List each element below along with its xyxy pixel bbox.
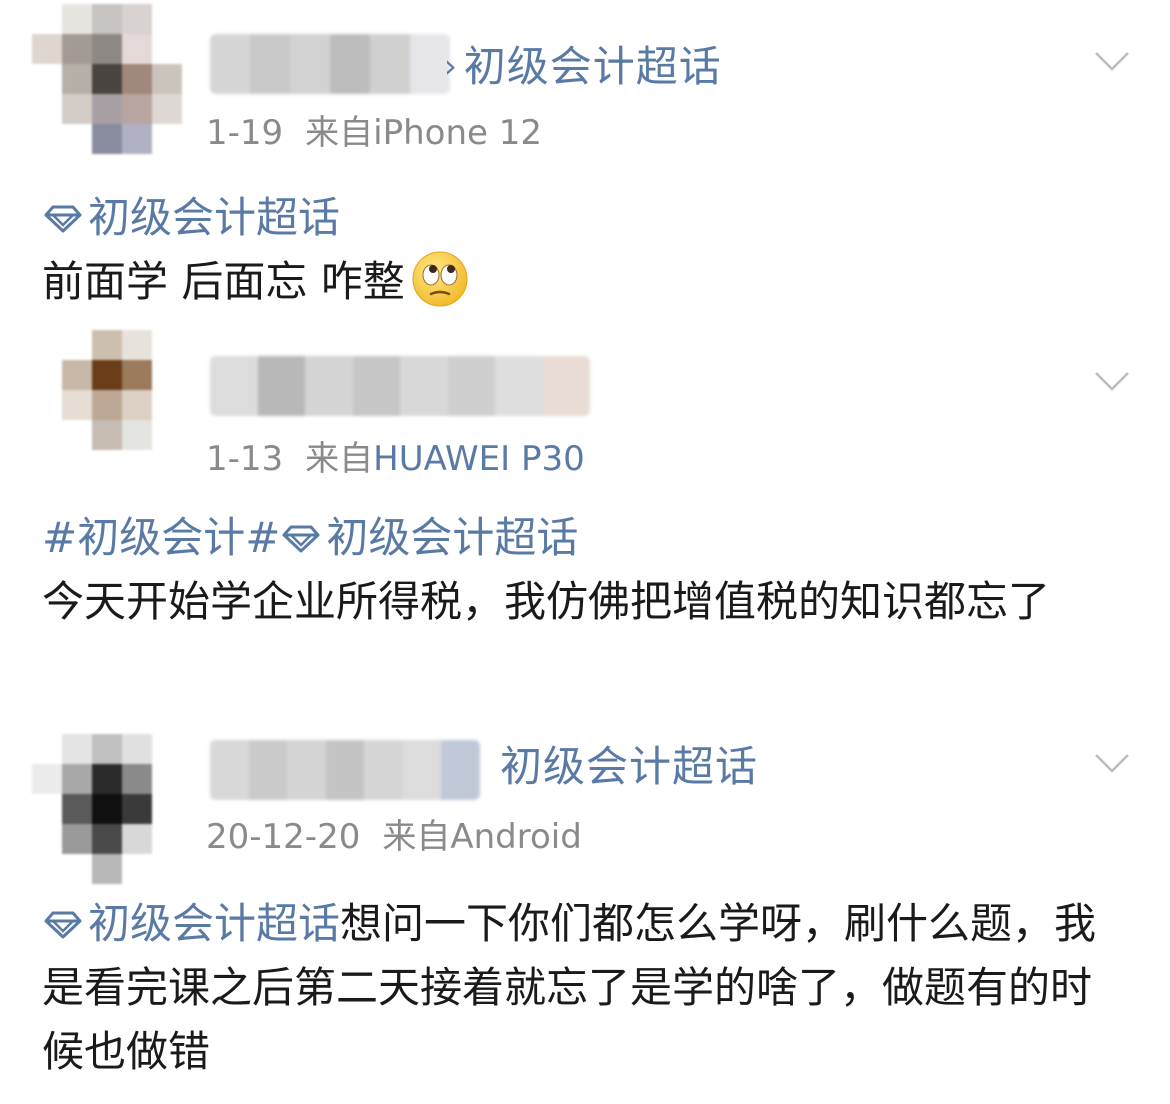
source-device: Android <box>450 817 582 857</box>
chevron-down-icon[interactable] <box>1094 42 1130 78</box>
super-topic-link[interactable]: › 初级会计超话 <box>444 46 722 88</box>
diamond-icon <box>282 525 320 553</box>
diamond-icon <box>44 205 82 233</box>
post-meta: 1-19 来自iPhone 12 <box>206 116 542 150</box>
topic-label: 初级会计超话 <box>326 513 579 562</box>
nickname-blurred[interactable] <box>210 356 590 416</box>
avatar[interactable] <box>32 330 182 480</box>
post-meta: 20-12-20 来自Android <box>206 820 582 854</box>
post-date: 1-13 <box>206 439 284 479</box>
super-topic-label: 初级会计超话 <box>500 742 759 791</box>
topic-link[interactable]: 初级会计超话 <box>42 193 340 242</box>
nickname-blurred[interactable] <box>210 740 480 800</box>
post-body: 初级会计超话想问一下你们都怎么学呀，刷什么题，我是看完课之后第二天接着就忘了是学… <box>42 892 1110 1084</box>
source-device[interactable]: HUAWEI P30 <box>373 439 585 479</box>
source-prefix: 来自 <box>305 439 374 479</box>
post-text: 今天开始学企业所得税，我仿佛把增值税的知识都忘了 <box>42 577 1051 626</box>
post-body: #初级会计# 初级会计超话 今天开始学企业所得税，我仿佛把增值税的知识都忘了 <box>42 506 1110 634</box>
source-device: iPhone 12 <box>373 113 543 153</box>
weibo-feed: › 初级会计超话 1-19 来自iPhone 12 初级会计超话 前面学 后面忘 咋… <box>0 0 1170 1104</box>
post-text: 前面学 后面忘 咋整 <box>42 257 405 306</box>
post-date: 20-12-20 <box>206 817 361 857</box>
avatar[interactable] <box>32 734 182 884</box>
rolling-eyes-emoji-icon <box>412 251 468 307</box>
topic-label: 初级会计超话 <box>88 193 341 242</box>
chevron-down-icon[interactable] <box>1094 744 1130 780</box>
diamond-icon <box>44 911 82 939</box>
avatar[interactable] <box>32 4 182 154</box>
topic-link[interactable]: 初级会计超话 <box>280 513 578 562</box>
post-meta: 1-13 来自HUAWEI P30 <box>206 442 585 476</box>
topic-label: 初级会计超话 <box>88 899 341 948</box>
post-date: 1-19 <box>206 113 284 153</box>
super-topic-label: 初级会计超话 <box>463 42 722 91</box>
chevron-down-icon[interactable] <box>1094 362 1130 398</box>
source-prefix: 来自 <box>382 817 451 857</box>
nickname-blurred[interactable] <box>210 34 450 94</box>
hashtag-link[interactable]: #初级会计# <box>42 513 280 562</box>
source-prefix: 来自 <box>305 113 374 153</box>
post-body: 初级会计超话 前面学 后面忘 咋整 <box>42 186 1110 314</box>
super-topic-link[interactable]: 初级会计超话 <box>500 746 758 788</box>
chevron-right-icon: › <box>444 47 458 85</box>
topic-link[interactable]: 初级会计超话 <box>42 899 340 948</box>
